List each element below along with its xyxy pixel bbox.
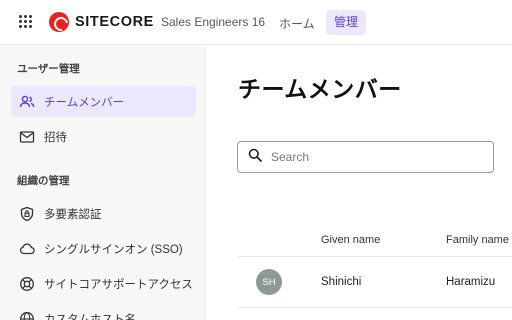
- section-title-organization: 組織の管理: [17, 175, 70, 187]
- globe-icon: [19, 311, 35, 320]
- table-row-divider: [237, 307, 512, 308]
- grid-icon[interactable]: [19, 15, 33, 29]
- people-icon: [19, 94, 35, 110]
- cloud-icon: [19, 241, 35, 257]
- section-title-user-management: ユーザー管理: [17, 63, 80, 75]
- sidebar-item-label: 多要素認証: [44, 208, 102, 221]
- organization-name: Sales Engineers 16: [161, 15, 266, 29]
- sidebar-item-sso[interactable]: シングルサインオン (SSO): [11, 233, 196, 264]
- table-row[interactable]: SH Shinichi Haramizu: [237, 257, 512, 307]
- sidebar-item-mfa[interactable]: 多要素認証: [11, 198, 196, 229]
- sidebar-item-team-members[interactable]: チームメンバー: [11, 86, 196, 117]
- sidebar: ユーザー管理 チームメンバー 招待 組織の管理 多要素認証 シングルサインオン …: [0, 46, 206, 320]
- cell-given-name: Shinichi: [321, 276, 362, 288]
- nav-home[interactable]: ホーム: [279, 15, 315, 32]
- nav-admin[interactable]: 管理: [326, 10, 367, 35]
- column-header-given-name[interactable]: Given name: [321, 234, 380, 246]
- search-icon: [248, 148, 262, 167]
- cell-family-name: Haramizu: [446, 276, 496, 288]
- shield-icon: [19, 206, 35, 222]
- sidebar-item-label: カスタムホスト名: [44, 313, 136, 320]
- logo-text: SITECORE: [75, 14, 154, 30]
- mail-icon: [19, 129, 35, 145]
- search-input[interactable]: [271, 150, 481, 164]
- column-header-family-name[interactable]: Family name: [446, 234, 509, 246]
- lifebuoy-icon: [19, 276, 35, 292]
- sidebar-item-custom-hostname[interactable]: カスタムホスト名: [11, 303, 196, 320]
- search-box: [237, 141, 494, 173]
- sitecore-logo[interactable]: SITECORE: [49, 12, 154, 32]
- sidebar-item-invitations[interactable]: 招待: [11, 121, 196, 152]
- sidebar-item-label: 招待: [44, 131, 67, 144]
- sidebar-item-label: チームメンバー: [44, 96, 125, 109]
- sidebar-item-label: シングルサインオン (SSO): [44, 243, 183, 256]
- sidebar-item-support-access[interactable]: サイトコアサポートアクセス: [11, 268, 196, 299]
- top-bar: SITECORE Sales Engineers 16 ホーム 管理: [0, 0, 512, 45]
- page-title: チームメンバー: [238, 76, 402, 102]
- avatar: SH: [256, 269, 282, 295]
- sitecore-logo-icon: [49, 12, 69, 32]
- sidebar-item-label: サイトコアサポートアクセス: [44, 278, 193, 291]
